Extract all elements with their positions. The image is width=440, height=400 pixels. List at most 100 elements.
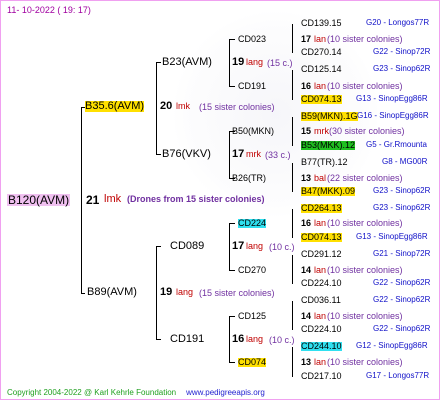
gen4-queen-code: CD224.10 — [301, 324, 342, 334]
gen1-count: 20 — [160, 100, 173, 112]
gen2-queen-code: B76(VKV) — [162, 148, 211, 160]
connector-line — [292, 163, 293, 192]
gen3-note: (10 sister colonies) — [327, 265, 403, 275]
pedigree-frame: 11- 10-2022 ( 19: 17) B120(AVM) 21 lmk (… — [0, 0, 440, 400]
gen3-count: 16 — [301, 218, 312, 228]
root-queen-code: B120(AVM) — [7, 193, 71, 207]
gen4-breeder-label: G16 - SinopEgg86R — [357, 111, 429, 120]
gen3-note: (22 sister colonies) — [327, 173, 403, 183]
gen4-queen-code: B47(MKK).09 — [301, 186, 356, 196]
connector-line — [292, 70, 293, 100]
gen3-queen-code: CD023 — [238, 34, 267, 44]
gen4-breeder-label: G21 - Sinop72R — [373, 249, 431, 258]
root-mark: lmk — [104, 193, 122, 205]
gen3-mark: mrk — [314, 126, 329, 136]
gen4-breeder-label: G20 - Longos77R — [366, 18, 430, 27]
gen2-mark: lang — [246, 334, 264, 344]
gen3-mark: lan — [314, 357, 327, 367]
gen3-mark: bal — [314, 173, 327, 183]
copyright-text: Copyright 2004-2022 @ Karl Kehrle Founda… — [7, 388, 177, 397]
gen3-queen-code: CD074 — [238, 357, 267, 367]
gen1-note: (15 sister colonies) — [199, 288, 275, 298]
gen3-count: 14 — [301, 265, 312, 275]
gen4-breeder-label: G22 - Sinop62R — [373, 295, 431, 304]
connector-line — [229, 362, 235, 363]
connector-line — [156, 62, 157, 154]
gen4-breeder-label: G8 - MG00R — [382, 157, 428, 166]
gen2-count: 17 — [232, 148, 245, 160]
gen3-queen-code: CD191 — [238, 81, 267, 91]
connector-line — [292, 255, 293, 284]
gen4-queen-code: CD074.13 — [301, 94, 342, 104]
gen4-breeder-label: G23 - Sinop62R — [373, 186, 431, 195]
gen2-count: 19 — [232, 56, 245, 68]
gen4-queen-code: CD139.15 — [301, 18, 342, 28]
gen4-queen-code: CD217.10 — [301, 371, 342, 381]
gen2-count: 17 — [232, 240, 245, 252]
gen2-queen-code: B23(AVM) — [162, 56, 212, 68]
gen4-queen-code: CD244.10 — [301, 341, 342, 351]
site-link[interactable]: www.pedigreeapis.org — [186, 388, 265, 397]
gen4-breeder-label: G13 - SinopEgg86R — [356, 232, 428, 241]
gen1-mark: lmk — [176, 101, 190, 111]
gen4-queen-code: CD224.10 — [301, 278, 342, 288]
gen4-breeder-label: G22 - Sinop72R — [373, 47, 431, 56]
footer: Copyright 2004-2022 @ Karl Kehrle Founda… — [7, 388, 265, 397]
date-stamp: 11- 10-2022 ( 19: 17) — [7, 5, 91, 15]
root-drone-note: (Drones from 15 sister colonies) — [127, 194, 265, 204]
gen4-queen-code: CD291.12 — [301, 249, 342, 259]
gen4-queen-code: CD036.11 — [301, 295, 341, 305]
gen4-queen-code: CD074.13 — [301, 232, 342, 242]
gen3-count: 15 — [301, 126, 312, 136]
gen3-note: (10 sister colonies) — [327, 81, 403, 91]
gen4-breeder-label: G22 - Sinop62R — [373, 324, 431, 333]
gen1-queen-code: B89(AVM) — [87, 286, 137, 298]
gen4-breeder-label: G23 - Sinop62R — [373, 64, 431, 73]
gen4-breeder-label: G12 - SinopEgg86R — [356, 341, 428, 350]
gen4-breeder-label: G13 - SinopEgg86R — [356, 94, 428, 103]
connector-line — [81, 107, 82, 293]
gen2-note: (10 c.) — [269, 335, 295, 345]
connector-line — [156, 154, 161, 155]
gen1-mark: lang — [176, 287, 194, 297]
connector-line — [229, 316, 230, 362]
gen4-breeder-label: G5 - Gr.Rmounta — [366, 140, 427, 149]
gen4-queen-code: CD264.13 — [301, 203, 342, 213]
gen3-queen-code: CD270 — [238, 265, 267, 275]
connector-line — [229, 39, 230, 86]
gen3-note: (10 sister colonies) — [327, 34, 403, 44]
connector-line — [81, 293, 85, 294]
gen3-mark: lan — [314, 311, 327, 321]
gen3-queen-code: CD125 — [238, 311, 267, 321]
gen2-mark: lang — [246, 57, 264, 67]
gen3-queen-code: CD224 — [238, 218, 267, 228]
connector-line — [292, 209, 293, 238]
gen1-note: (15 sister colonies) — [199, 102, 275, 112]
gen4-breeder-label: G17 - Longos77R — [366, 371, 430, 380]
gen4-breeder-label: G23 - Sinop62R — [373, 203, 431, 212]
connector-line — [156, 62, 161, 63]
connector-line — [229, 316, 235, 317]
gen2-count: 16 — [232, 333, 245, 345]
connector-line — [292, 347, 293, 377]
connector-line — [156, 246, 161, 247]
gen3-note: (10 sister colonies) — [327, 218, 403, 228]
gen2-note: (15 c.) — [267, 58, 293, 68]
gen2-note: (10 c.) — [269, 242, 295, 252]
gen3-count: 17 — [301, 34, 312, 44]
connector-line — [292, 301, 293, 330]
gen4-queen-code: B77(TR).12 — [301, 157, 348, 167]
gen2-note: (33 c.) — [265, 150, 291, 160]
gen3-note: (10 sister colonies) — [327, 357, 403, 367]
gen3-count: 14 — [301, 311, 312, 321]
root-sister-count: 21 — [86, 193, 100, 207]
gen3-queen-code: B50(MKN) — [232, 126, 275, 136]
gen2-queen-code: CD191 — [170, 333, 205, 345]
gen3-count: 13 — [301, 357, 312, 367]
gen3-note: (30 sister colonies) — [329, 126, 405, 136]
connector-line — [229, 223, 230, 270]
gen3-count: 16 — [301, 81, 312, 91]
connector-line — [292, 24, 293, 53]
gen3-note: (10 sister colonies) — [327, 311, 403, 321]
gen3-mark: lan — [314, 81, 327, 91]
